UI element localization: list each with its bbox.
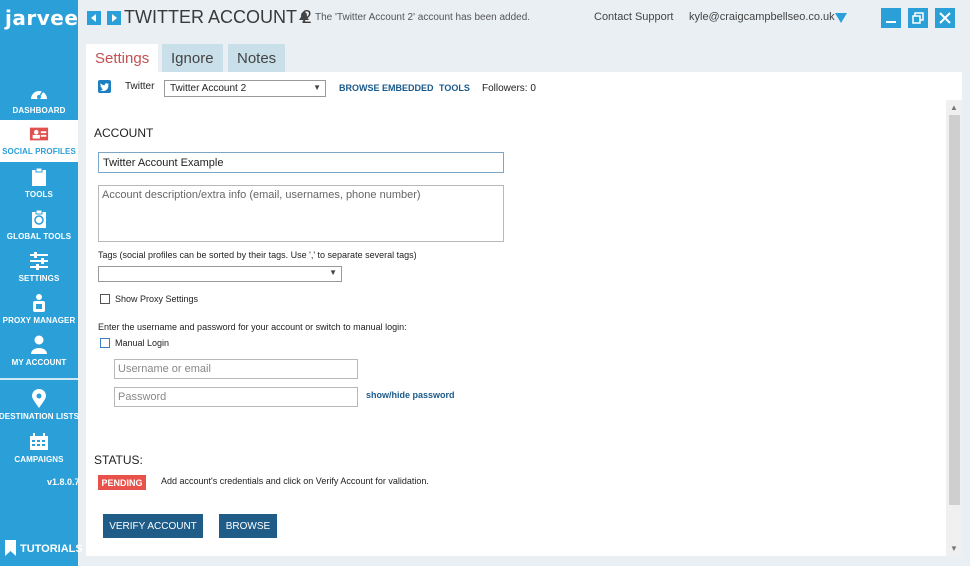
scroll-down-icon[interactable]: ▼ [950, 544, 958, 553]
sidebar-item-tools[interactable]: TOOLS [0, 163, 78, 205]
sidebar-item-proxy-manager[interactable]: PROXY MANAGER [0, 289, 78, 331]
close-button[interactable] [935, 8, 955, 28]
restore-button[interactable] [908, 8, 928, 28]
user-email[interactable]: kyle@craigcampbellseo.co.uk [689, 11, 835, 23]
page-title: TWITTER ACCOUNT 2 [124, 7, 312, 27]
destination-lists-icon [29, 389, 49, 409]
login-instructions: Enter the username and password for your… [98, 322, 407, 332]
bookmark-icon [5, 539, 16, 559]
tags-select[interactable]: ▼ [98, 266, 342, 282]
sidebar-item-social-profiles[interactable]: SOCIAL PROFILES [0, 120, 78, 162]
tools-link[interactable]: TOOLS [439, 83, 470, 93]
social-profiles-icon [29, 124, 49, 144]
status-badge: PENDING [98, 475, 146, 490]
manual-login-checkbox[interactable] [100, 338, 110, 348]
vertical-scrollbar[interactable]: ▲ ▼ [946, 100, 962, 556]
sidebar-item-label: DESTINATION LISTS [0, 412, 80, 421]
proxy-manager-icon [29, 293, 49, 313]
sidebar-item-my-account[interactable]: MY ACCOUNT [0, 331, 78, 373]
app-version: v1.8.0.7 [47, 477, 80, 487]
account-dropdown-icon[interactable] [835, 10, 847, 28]
tags-label: Tags (social profiles can be sorted by t… [98, 250, 417, 260]
sidebar-item-settings[interactable]: SETTINGS [0, 247, 78, 289]
twitter-icon [98, 80, 111, 93]
status-heading: STATUS: [94, 453, 143, 467]
username-field[interactable]: Username or email [114, 359, 358, 379]
my-account-icon [29, 335, 49, 355]
scroll-up-icon[interactable]: ▲ [950, 103, 958, 112]
settings-icon [29, 251, 49, 271]
minimize-icon [886, 21, 896, 23]
browse-embedded-link[interactable]: BROWSE EMBEDDED [339, 83, 434, 93]
close-icon [939, 12, 951, 24]
show-proxy-row[interactable]: Show Proxy Settings [100, 294, 198, 304]
sidebar-item-dashboard[interactable]: DASHBOARD [0, 79, 78, 121]
tools-icon [29, 167, 49, 187]
sidebar-divider [0, 378, 78, 380]
app-logo: jarvee [5, 6, 79, 30]
verify-account-button[interactable]: VERIFY ACCOUNT [103, 514, 203, 538]
tutorials-link[interactable]: TUTORIALS [0, 536, 83, 562]
chevron-down-icon: ▼ [313, 83, 321, 92]
sidebar-item-label: PROXY MANAGER [2, 316, 76, 325]
sidebar-item-label: DASHBOARD [12, 106, 66, 115]
show-hide-password-link[interactable]: show/hide password [366, 390, 455, 400]
top-bar: TWITTER ACCOUNT 2 The 'Twitter Account 2… [78, 0, 970, 36]
notification: The 'Twitter Account 2' account has been… [299, 12, 530, 23]
restore-icon [912, 12, 924, 24]
contact-support-link[interactable]: Contact Support [594, 11, 674, 23]
dashboard-icon [29, 83, 49, 103]
password-field[interactable]: Password [114, 387, 358, 407]
sidebar: jarvee DASHBOARD SOCIAL PROFILES TOOLS G… [0, 0, 83, 566]
tab-notes[interactable]: Notes [228, 44, 286, 72]
account-select-value: Twitter Account 2 [170, 83, 247, 94]
tutorials-label: TUTORIALS [20, 543, 83, 555]
sidebar-item-label: SOCIAL PROFILES [2, 147, 76, 156]
show-proxy-label: Show Proxy Settings [115, 294, 199, 304]
arrow-left-icon [91, 14, 96, 22]
global-tools-icon [29, 209, 49, 229]
account-select[interactable]: Twitter Account 2 ▼ [164, 80, 326, 97]
notification-text: The 'Twitter Account 2' account has been… [315, 12, 531, 23]
back-button[interactable] [87, 11, 101, 25]
campaigns-icon [29, 432, 49, 452]
account-name-field[interactable]: Twitter Account Example [98, 152, 504, 173]
sidebar-item-destination-lists[interactable]: DESTINATION LISTS [0, 385, 80, 427]
browse-button[interactable]: BROWSE [219, 514, 277, 538]
status-message: Add account's credentials and click on V… [161, 476, 429, 486]
sidebar-item-label: CAMPAIGNS [14, 455, 64, 464]
forward-button[interactable] [107, 11, 121, 25]
account-heading: ACCOUNT [94, 126, 154, 140]
network-label: Twitter [125, 81, 155, 92]
bell-icon [299, 12, 309, 23]
manual-login-row[interactable]: Manual Login [100, 338, 169, 348]
scroll-thumb[interactable] [949, 115, 960, 505]
manual-login-label: Manual Login [115, 338, 170, 348]
network-row: Twitter [98, 80, 154, 93]
account-description-field[interactable]: Account description/extra info (email, u… [98, 185, 504, 242]
chevron-down-icon: ▼ [329, 268, 337, 277]
followers-count: Followers: 0 [482, 83, 536, 94]
tab-settings[interactable]: Settings [86, 44, 159, 72]
sidebar-item-label: SETTINGS [18, 274, 60, 283]
sidebar-item-label: MY ACCOUNT [11, 358, 67, 367]
sidebar-item-campaigns[interactable]: CAMPAIGNS [0, 428, 78, 470]
sidebar-item-label: GLOBAL TOOLS [6, 232, 72, 241]
tab-ignore[interactable]: Ignore [162, 44, 223, 72]
arrow-right-icon [112, 14, 117, 22]
show-proxy-checkbox[interactable] [100, 294, 110, 304]
minimize-button[interactable] [881, 8, 901, 28]
sidebar-item-global-tools[interactable]: GLOBAL TOOLS [0, 205, 78, 247]
sidebar-item-label: TOOLS [25, 190, 53, 199]
settings-panel: Twitter Twitter Account 2 ▼ BROWSE EMBED… [86, 72, 962, 556]
